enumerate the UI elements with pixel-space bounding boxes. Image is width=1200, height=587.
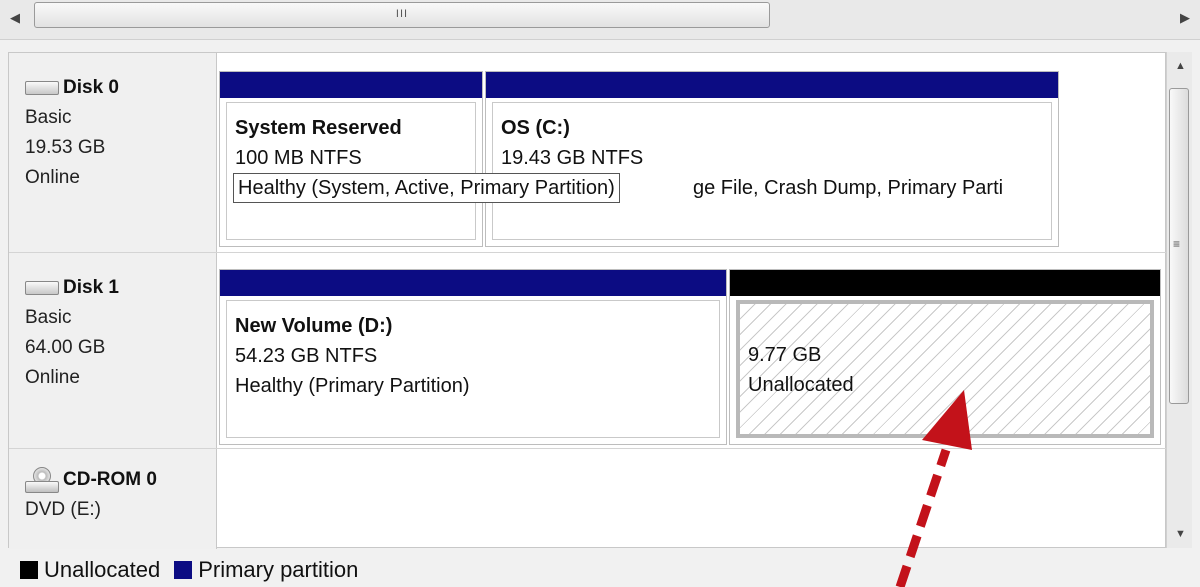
cd-rom-icon (25, 467, 59, 493)
disk-info-disk-1[interactable]: Disk 1 Basic 64.00 GB Online (9, 253, 217, 448)
vertical-scrollbar[interactable]: ▲ ≡ ▼ (1166, 52, 1192, 548)
disk-status: Online (25, 367, 80, 388)
blue-square-icon (174, 560, 193, 579)
scroll-up-arrow-icon[interactable]: ▲ (1175, 60, 1186, 72)
disk-type: DVD (E:) (25, 499, 101, 520)
vertical-scroll-thumb[interactable]: ≡ (1169, 88, 1189, 404)
partition-bar-primary (220, 72, 482, 98)
legend-item-unallocated: Unallocated (20, 557, 160, 583)
hard-disk-icon (25, 81, 59, 95)
hard-disk-icon (25, 281, 59, 295)
partition-os-c[interactable]: OS (C:) 19.43 GB NTFS ge File, Crash Dum… (485, 71, 1059, 247)
partition-body: OS (C:) 19.43 GB NTFS ge File, Crash Dum… (492, 102, 1052, 240)
partition-title: System Reserved (235, 117, 402, 139)
partition-title: OS (C:) (501, 117, 570, 139)
disk-name: CD-ROM 0 (25, 465, 216, 495)
disk-size: 64.00 GB (25, 337, 106, 358)
red-arrow-icon (895, 390, 972, 587)
disk-name: Disk 1 (25, 273, 216, 303)
disk-type: Basic (25, 107, 72, 128)
disk-size: 19.53 GB (25, 137, 106, 158)
partition-size: 100 MB NTFS (235, 147, 362, 169)
partition-bar-unallocated (730, 270, 1160, 296)
disk-type: Basic (25, 307, 72, 328)
disk-row-disk-0: Disk 0 Basic 19.53 GB Online System Rese… (9, 53, 1167, 253)
partition-body: System Reserved 100 MB NTFS (226, 102, 476, 240)
scroll-grip-icon: ≡ (1173, 237, 1181, 251)
partition-size: 19.43 GB NTFS (501, 147, 644, 169)
scroll-grip-icon: III (395, 8, 409, 20)
partition-size: 9.77 GB (748, 344, 822, 366)
partition-size: 54.23 GB NTFS (235, 345, 378, 367)
disk-info-cdrom-0[interactable]: CD-ROM 0 DVD (E:) (9, 449, 217, 549)
scroll-left-arrow-icon[interactable]: ◀ (10, 10, 20, 26)
partition-new-volume-d[interactable]: New Volume (D:) 54.23 GB NTFS Healthy (P… (219, 269, 727, 445)
horizontal-scroll-thumb[interactable]: III (34, 2, 770, 28)
partition-bar-primary (486, 72, 1058, 98)
partition-status: Healthy (Primary Partition) (235, 375, 470, 397)
partition-bar-primary (220, 270, 726, 296)
partition-body: New Volume (D:) 54.23 GB NTFS Healthy (P… (226, 300, 720, 438)
disk-name: Disk 0 (25, 73, 216, 103)
legend-item-primary-partition: Primary partition (174, 557, 358, 583)
disk-status: Online (25, 167, 80, 188)
partition-title: New Volume (D:) (235, 315, 393, 337)
horizontal-scrollbar[interactable]: ◀ III ▶ (0, 0, 1200, 40)
black-square-icon (20, 560, 38, 579)
partition-tooltip: Healthy (System, Active, Primary Partiti… (233, 173, 620, 203)
partition-system-reserved[interactable]: System Reserved 100 MB NTFS (219, 71, 483, 247)
scroll-down-arrow-icon[interactable]: ▼ (1175, 528, 1186, 540)
scroll-right-arrow-icon[interactable]: ▶ (1180, 10, 1190, 26)
disk-info-disk-0[interactable]: Disk 0 Basic 19.53 GB Online (9, 53, 217, 252)
legend: Unallocated Primary partition (0, 552, 1200, 587)
